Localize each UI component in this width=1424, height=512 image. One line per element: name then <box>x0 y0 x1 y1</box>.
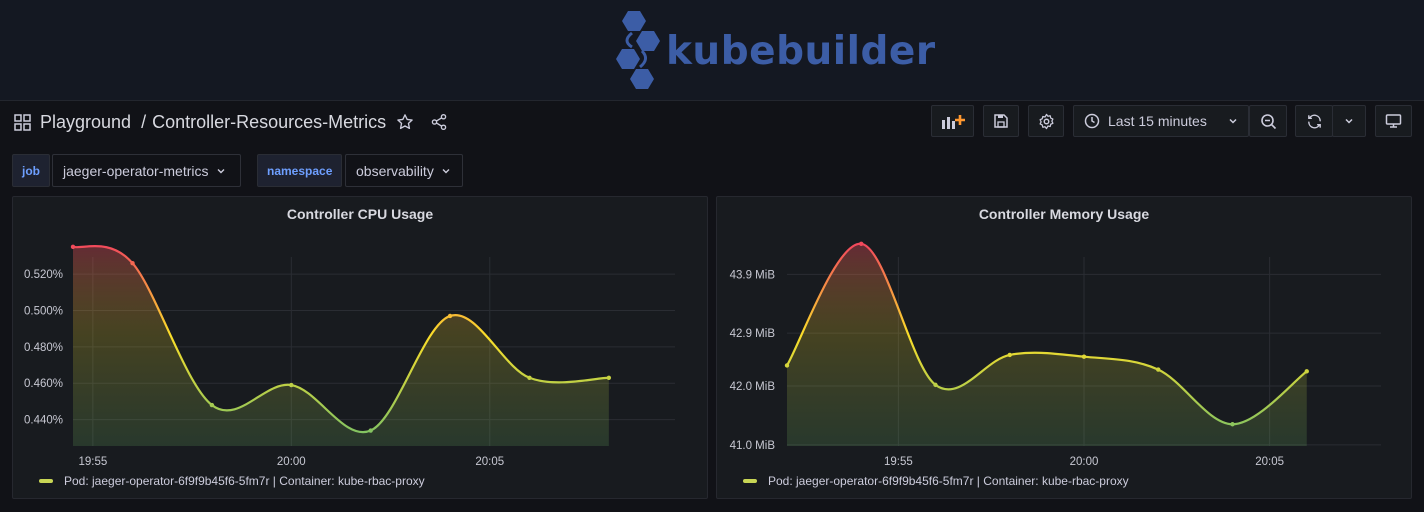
refresh-icon <box>1306 113 1323 130</box>
y-tick-label: 43.9 MiB <box>730 269 776 281</box>
legend-label: Pod: jaeger-operator-6f9f9b45f6-5fm7r | … <box>768 474 1129 488</box>
chevron-down-icon <box>1228 116 1238 126</box>
star-icon[interactable] <box>396 113 414 131</box>
data-point <box>209 402 215 408</box>
gear-icon <box>1038 113 1055 130</box>
time-range-picker[interactable]: Last 15 minutes <box>1073 105 1249 137</box>
y-tick-label: 0.460% <box>24 378 63 390</box>
chevron-down-icon <box>1344 116 1354 126</box>
save-dashboard-button[interactable] <box>983 105 1019 137</box>
panel-memory-usage[interactable]: Controller Memory Usage 41.0 MiB 42.0 MiB… <box>716 196 1412 499</box>
x-tick-label: 19:55 <box>78 456 107 468</box>
data-point <box>1081 354 1087 359</box>
data-point <box>130 260 135 266</box>
time-range-label: Last 15 minutes <box>1108 113 1207 129</box>
x-tick-label: 20:00 <box>277 456 306 468</box>
chart-legend[interactable]: Pod: jaeger-operator-6f9f9b45f6-5fm7r | … <box>743 474 1129 488</box>
dashboards-grid-icon[interactable] <box>14 113 31 131</box>
data-point <box>1156 367 1161 372</box>
x-tick-label: 20:05 <box>1255 456 1284 468</box>
variable-select-namespace[interactable]: observability <box>345 154 463 187</box>
share-icon[interactable] <box>430 113 448 131</box>
y-tick-label: 41.0 MiB <box>730 440 776 452</box>
data-point <box>447 313 453 319</box>
breadcrumb-separator: / <box>141 111 147 132</box>
legend-label: Pod: jaeger-operator-6f9f9b45f6-5fm7r | … <box>64 474 425 488</box>
legend-swatch <box>743 479 757 483</box>
x-tick-label: 20:00 <box>1070 456 1099 468</box>
dashboard-settings-button[interactable] <box>1028 105 1064 137</box>
refresh-button[interactable] <box>1295 105 1333 137</box>
logo-text: kubebuilder <box>666 28 936 74</box>
save-icon <box>993 113 1009 129</box>
y-tick-label: 0.480% <box>24 342 63 354</box>
y-tick-label: 42.9 MiB <box>730 328 776 340</box>
zoom-out-icon <box>1260 113 1277 130</box>
data-point <box>527 375 532 380</box>
x-tick-label: 20:05 <box>475 456 504 468</box>
tv-mode-button[interactable] <box>1375 105 1412 137</box>
data-point <box>1304 369 1309 374</box>
kubebuilder-logo: kubebuilder <box>612 6 936 96</box>
banner: kubebuilder <box>0 0 1424 101</box>
variable-select-job[interactable]: jaeger-operator-metrics <box>52 154 241 187</box>
y-tick-label: 0.500% <box>24 305 63 317</box>
add-panel-icon <box>941 112 965 130</box>
monitor-icon <box>1385 113 1402 129</box>
add-panel-button[interactable] <box>931 105 974 137</box>
data-point <box>1230 422 1235 427</box>
zoom-out-button[interactable] <box>1249 105 1287 137</box>
data-point <box>784 363 790 368</box>
y-tick-label: 42.0 MiB <box>730 381 776 393</box>
dashboard-title[interactable]: Controller-Resources-Metrics <box>152 112 386 133</box>
variable-value-job: jaeger-operator-metrics <box>63 162 209 179</box>
chevron-down-icon <box>216 166 226 176</box>
clock-icon <box>1084 113 1100 129</box>
series-area-fill <box>73 246 609 446</box>
legend-swatch <box>39 479 53 483</box>
breadcrumb: Playground / Controller-Resources-Metric… <box>14 103 448 141</box>
kubebuilder-hexagon-icon <box>616 11 660 89</box>
y-tick-label: 0.440% <box>24 415 63 427</box>
data-point <box>368 428 373 433</box>
data-point <box>289 382 294 388</box>
breadcrumb-folder[interactable]: Playground <box>40 112 131 133</box>
cpu-usage-chart: 0.440% 0.460% 0.480% 0.500% 0.520% 19:55 20:00… <box>24 244 675 468</box>
variable-label-job: job <box>12 154 50 187</box>
refresh-interval-dropdown[interactable] <box>1332 105 1366 137</box>
memory-usage-chart: 41.0 MiB 42.0 MiB 42.9 MiB 43.9 MiB 19:55 20:… <box>730 241 1381 468</box>
data-point <box>933 382 938 388</box>
data-point <box>606 375 612 380</box>
data-point <box>70 244 76 250</box>
data-point <box>859 241 864 247</box>
chevron-down-icon <box>441 166 451 176</box>
chart-legend[interactable]: Pod: jaeger-operator-6f9f9b45f6-5fm7r | … <box>39 474 425 488</box>
variable-value-namespace: observability <box>356 162 434 179</box>
x-tick-label: 19:55 <box>884 456 913 468</box>
variable-label-namespace: namespace <box>257 154 343 187</box>
data-point <box>1007 352 1012 358</box>
y-tick-label: 0.520% <box>24 269 63 281</box>
panel-cpu-usage[interactable]: Controller CPU Usage 0.440% 0.460% 0.480% 0… <box>12 196 708 499</box>
